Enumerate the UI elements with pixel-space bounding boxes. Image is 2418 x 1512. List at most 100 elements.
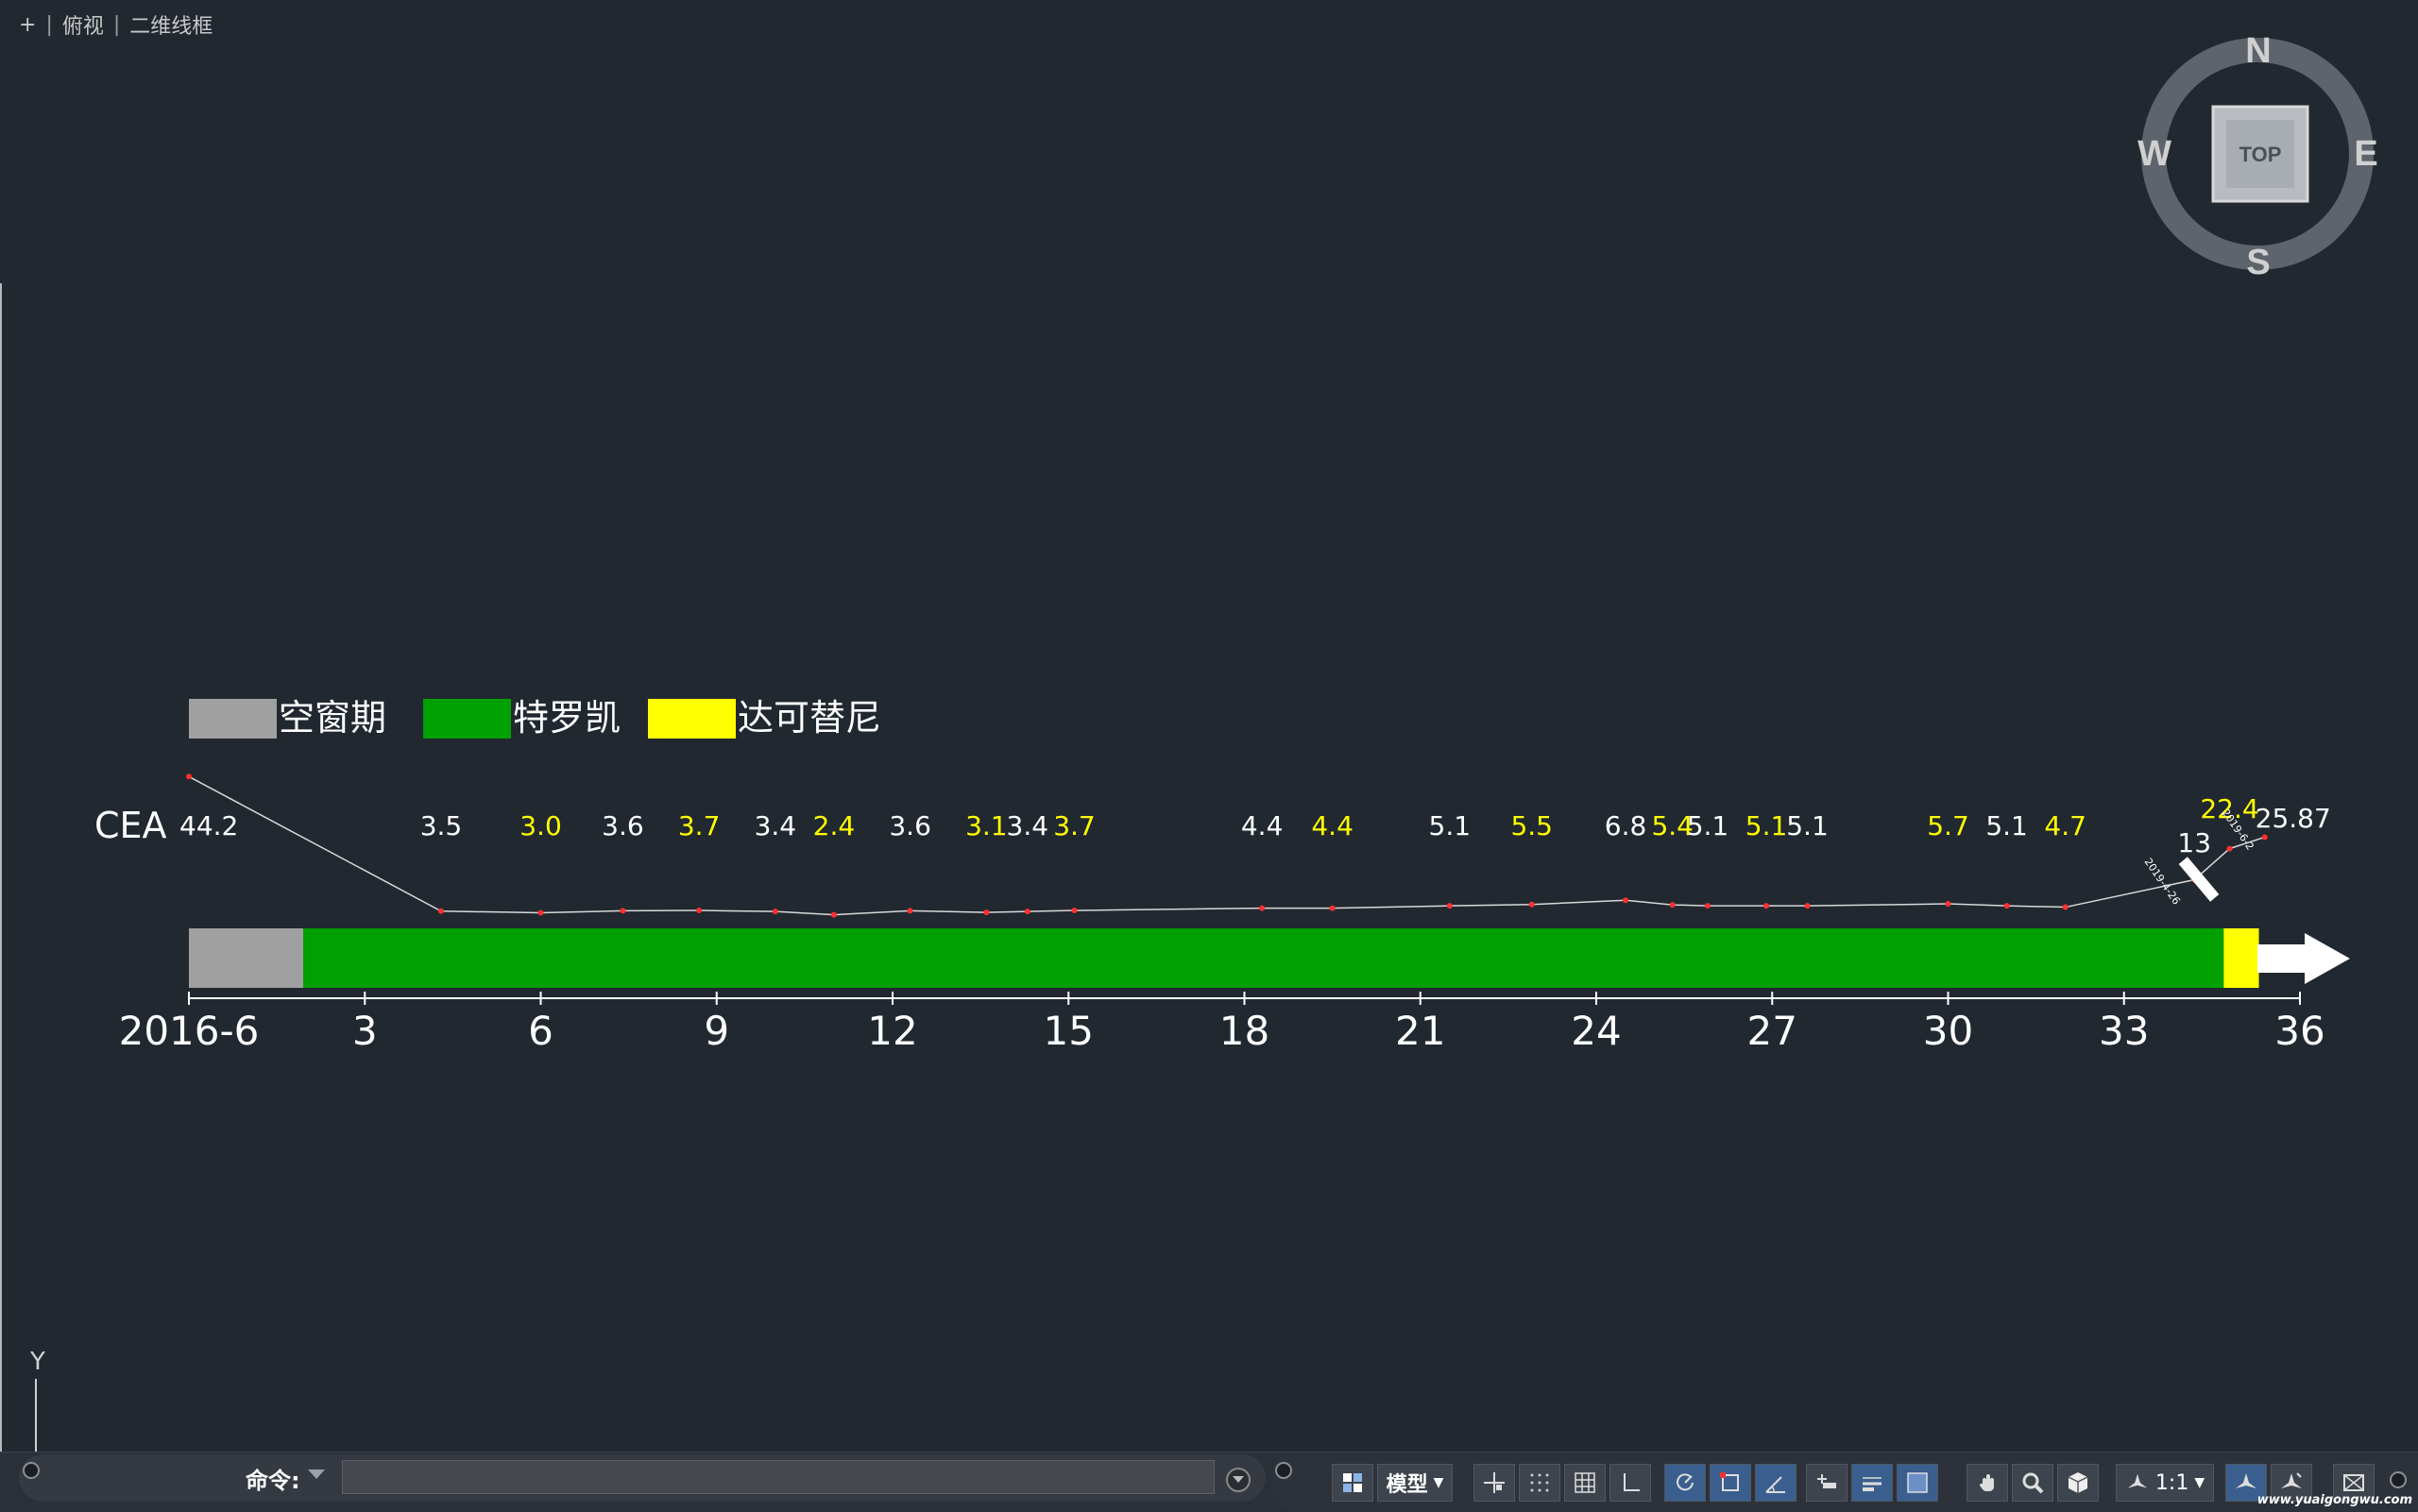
cea-value-label: 5.1 xyxy=(1745,810,1788,841)
cea-value-label: 4.4 xyxy=(1311,810,1354,841)
x-tick-label: 27 xyxy=(1747,1008,1797,1054)
cea-value-label: 2.4 xyxy=(813,810,856,841)
lineweight-button[interactable] xyxy=(1806,1464,1848,1502)
compass-south[interactable]: S xyxy=(2246,243,2270,282)
compass-east[interactable]: E xyxy=(2354,134,2377,174)
compass-west[interactable]: W xyxy=(2137,134,2171,174)
cea-polyline xyxy=(188,775,2265,916)
cea-value-label: 5.7 xyxy=(1927,810,1969,841)
snap-cursor-button[interactable] xyxy=(1473,1464,1515,1502)
x-tick-label: 15 xyxy=(1044,1008,1094,1054)
treatment-bar-1 xyxy=(303,928,2224,988)
grid-display-button[interactable] xyxy=(1564,1464,1606,1502)
annotation-scale-button[interactable]: 1:1 ▼ xyxy=(2116,1464,2214,1502)
selection-cycling-button[interactable] xyxy=(1897,1464,1938,1502)
polar-tracking-button[interactable] xyxy=(1664,1464,1706,1502)
cea-point xyxy=(1259,905,1266,911)
treatment-bar-2 xyxy=(2223,928,2259,988)
dot-grid-icon xyxy=(1530,1473,1549,1492)
cea-value-label: 5.1 xyxy=(1429,810,1472,841)
cea-point xyxy=(1804,903,1811,909)
watermark: www.yuaigongwu.com xyxy=(2256,1493,2412,1507)
cea-point xyxy=(2062,904,2069,910)
customize-statusbar-button[interactable] xyxy=(2390,1471,2407,1488)
cea-value-label: 6.8 xyxy=(1605,810,1647,841)
cea-point xyxy=(2261,834,2268,841)
cea-value-label: 3.0 xyxy=(519,810,562,841)
legend-swatch-tarceva xyxy=(423,699,511,739)
command-line-grip[interactable] xyxy=(23,1462,40,1479)
cea-point xyxy=(620,908,626,914)
cea-point xyxy=(1669,902,1676,909)
legend: 空窗期 特罗凯 达可替尼 xyxy=(189,697,881,739)
cea-value-label: 3.5 xyxy=(420,810,463,841)
cea-point xyxy=(696,908,703,914)
object-snap-button[interactable] xyxy=(1710,1464,1751,1502)
viewcube-toggle-button[interactable] xyxy=(2057,1464,2099,1502)
ucs-icon: Y xyxy=(29,1348,45,1454)
ucs-y-label: Y xyxy=(29,1348,45,1376)
fullscreen-icon xyxy=(2343,1474,2364,1491)
x-tick-label: 24 xyxy=(1571,1008,1621,1054)
drawing-canvas[interactable]: TOP N S E W 空窗期 特罗凯 达可替尼 CEA 2016-6 3 6 9 12… xyxy=(0,0,2418,1454)
cea-value-label: 13 xyxy=(2177,827,2211,858)
treatment-bar-0 xyxy=(189,928,304,988)
cea-point xyxy=(1704,903,1711,909)
cea-point xyxy=(437,908,444,914)
x-axis: 2016-6 3 6 9 12 15 18 21 24 27 30 33 36 xyxy=(119,992,2325,1054)
command-history-dropdown-icon[interactable] xyxy=(308,1470,325,1479)
x-tick-label: 30 xyxy=(1923,1008,1973,1054)
model-space-button[interactable]: 模型 ▼ xyxy=(1377,1464,1453,1502)
viewcube[interactable]: TOP N S E W xyxy=(2137,31,2378,282)
command-scroll-button[interactable] xyxy=(1226,1468,1251,1492)
crosshair-icon xyxy=(1484,1472,1505,1493)
cea-point xyxy=(983,909,990,916)
cea-point xyxy=(1945,901,1951,908)
status-bar-grip[interactable] xyxy=(1275,1462,1292,1479)
legend-label-gap: 空窗期 xyxy=(279,697,386,739)
cea-value-label: 3.7 xyxy=(1053,810,1096,841)
transparency-button[interactable] xyxy=(1851,1464,1893,1502)
compass-north[interactable]: N xyxy=(2245,31,2271,71)
legend-label-tarceva: 特罗凯 xyxy=(513,697,621,739)
cea-value-label: 3.4 xyxy=(1007,810,1049,841)
dynamic-input-icon xyxy=(1817,1474,1836,1488)
annotation-scale-icon xyxy=(2127,1473,2148,1488)
grid-icon xyxy=(1575,1472,1595,1493)
magnifier-icon xyxy=(2022,1472,2044,1494)
legend-swatch-gap xyxy=(189,699,277,739)
cea-value-label: 44.2 xyxy=(179,810,238,841)
cea-point xyxy=(2226,845,2233,852)
x-tick-label: 3 xyxy=(352,1008,378,1054)
cea-point xyxy=(1763,903,1770,909)
command-input[interactable] xyxy=(342,1460,1215,1494)
angle-icon xyxy=(1765,1476,1785,1493)
x-tick-label: 33 xyxy=(2099,1008,2149,1054)
viewcube-top-label[interactable]: TOP xyxy=(2239,143,2282,166)
hatch-icon xyxy=(1907,1472,1928,1493)
cea-value-label: 3.6 xyxy=(602,810,644,841)
chevron-down-icon: ▼ xyxy=(2194,1475,2205,1490)
cea-point xyxy=(1329,905,1336,911)
ortho-icon xyxy=(1624,1473,1640,1491)
cube-icon xyxy=(2068,1472,2088,1493)
cea-value-label: 5.1 xyxy=(1786,810,1829,841)
cea-value-label: 3.1 xyxy=(965,810,1008,841)
ortho-button[interactable] xyxy=(1609,1464,1651,1502)
cea-line xyxy=(186,773,2268,918)
polar-icon xyxy=(1677,1473,1694,1491)
object-tracking-button[interactable] xyxy=(1755,1464,1796,1502)
pan-button[interactable] xyxy=(1967,1464,2008,1502)
layout-grid-icon xyxy=(1343,1473,1362,1492)
layout-grid-button[interactable] xyxy=(1332,1464,1373,1502)
command-label: 命令: xyxy=(246,1468,300,1494)
zoom-button[interactable] xyxy=(2012,1464,2053,1502)
auto-scale-icon xyxy=(2281,1472,2302,1488)
cea-point xyxy=(1446,903,1453,909)
cea-point xyxy=(2003,903,2010,909)
hand-icon xyxy=(1979,1474,1994,1491)
snap-mode-button[interactable] xyxy=(1519,1464,1560,1502)
legend-swatch-dacomitinib xyxy=(648,699,736,739)
x-tick-label: 6 xyxy=(528,1008,553,1054)
date-label-1: 2019-4-26 xyxy=(2142,856,2183,907)
